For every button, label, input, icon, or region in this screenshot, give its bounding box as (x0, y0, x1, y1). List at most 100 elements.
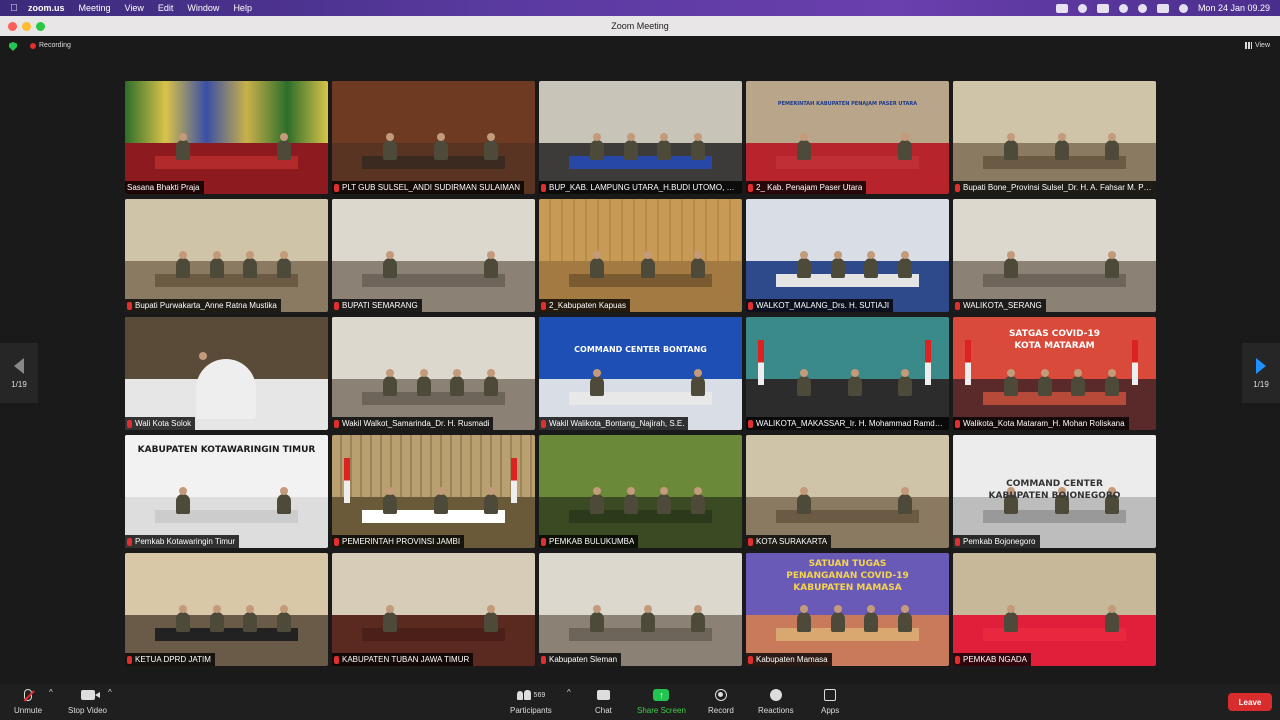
participant-tile[interactable]: BUPATI SEMARANG (332, 199, 535, 312)
participant-tile[interactable]: WALIKOTA_SERANG (953, 199, 1156, 312)
participant-tile[interactable]: KETUA DPRD JATIM (125, 553, 328, 666)
recording-label: Recording (39, 42, 71, 49)
participant-tile[interactable]: COMMAND CENTER BONTANG Wakil Walikota_Bon… (539, 317, 742, 430)
previous-page-button[interactable]: 1/19 (0, 343, 38, 403)
gallery-grid: Sasana Bhakti Praja PLT GUB SULSEL_ANDI S… (125, 81, 1156, 667)
chat-button[interactable]: Chat (595, 688, 612, 715)
participant-tile[interactable]: WALKOT_MALANG_Drs. H. SUTIAJI (746, 199, 949, 312)
battery-icon[interactable] (1096, 3, 1109, 13)
participant-tile[interactable]: COMMAND CENTER KABUPATEN BOJONEGORO Pemkab… (953, 435, 1156, 548)
attendee-figure (691, 605, 706, 633)
stop-video-button[interactable]: Stop Video (68, 688, 107, 715)
fullscreen-window-button[interactable] (36, 22, 45, 31)
participant-tile[interactable]: BUP_KAB. LAMPUNG UTARA_H.BUDI UTOMO, S.E… (539, 81, 742, 194)
participant-name: BUPATI SEMARANG (342, 301, 418, 310)
menubar-clock[interactable]: Mon 24 Jan 09.29 (1198, 3, 1270, 13)
participant-tile[interactable]: WALIKOTA_MAKASSAR_Ir. H. Mohammad Ramdha… (746, 317, 949, 430)
record-button[interactable]: Record (708, 688, 734, 715)
menu-window[interactable]: Window (187, 3, 219, 13)
participant-tile[interactable]: PLT GUB SULSEL_ANDI SUDIRMAN SULAIMAN (332, 81, 535, 194)
participant-video: SATGAS COVID-19 KOTA MATARAM (953, 317, 1156, 430)
siri-icon[interactable] (1077, 3, 1087, 13)
menu-view[interactable]: View (125, 3, 144, 13)
attendee-figure (830, 605, 845, 633)
menu-meeting[interactable]: Meeting (79, 3, 111, 13)
video-options-caret-icon[interactable]: ^ (108, 688, 112, 697)
encryption-shield-icon[interactable] (9, 42, 17, 51)
leave-button[interactable]: Leave (1228, 693, 1272, 711)
apps-button[interactable]: Apps (821, 688, 839, 715)
arrow-left-icon (14, 357, 24, 374)
muted-mic-icon (955, 183, 960, 192)
close-window-button[interactable] (8, 22, 17, 31)
backdrop-text: SATUAN TUGAS (808, 559, 887, 569)
participant-video: COMMAND CENTER KABUPATEN BOJONEGORO (953, 435, 1156, 548)
unmute-button[interactable]: Unmute (14, 688, 42, 715)
muted-mic-icon (541, 655, 546, 664)
participant-tile[interactable]: Bupati Purwakarta_Anne Ratna Mustika (125, 199, 328, 312)
participants-options-caret-icon[interactable]: ^ (567, 688, 571, 697)
participant-name: Kabupaten Sleman (549, 655, 618, 664)
menu-edit[interactable]: Edit (158, 3, 174, 13)
record-icon (714, 689, 727, 701)
macos-menubar:  zoom.us Meeting View Edit Window Help … (0, 0, 1280, 16)
muted-mic-icon (127, 537, 132, 546)
participant-tile[interactable]: Kabupaten Sleman (539, 553, 742, 666)
menu-help[interactable]: Help (233, 3, 252, 13)
participant-tile[interactable]: Wali Kota Solok (125, 317, 328, 430)
participant-tile[interactable]: Wakil Walkot_Samarinda_Dr. H. Rusmadi (332, 317, 535, 430)
attendee-figure (864, 605, 879, 633)
window-title: Zoom Meeting (611, 21, 669, 31)
control-center-icon[interactable] (1156, 3, 1169, 13)
muted-mic-icon (748, 655, 753, 664)
participant-tile[interactable]: KABUPATEN KOTAWARINGIN TIMUR Pemkab Kotaw… (125, 435, 328, 548)
attendee-figure (1105, 251, 1120, 279)
next-page-button[interactable]: 1/19 (1242, 343, 1280, 403)
backdrop-text: KABUPATEN MAMASA (793, 583, 902, 593)
audio-options-caret-icon[interactable]: ^ (49, 688, 53, 697)
participant-tile[interactable]: PEMKAB NGADA (953, 553, 1156, 666)
participant-tile[interactable]: KOTA SURAKARTA (746, 435, 949, 548)
participant-tile[interactable]: PEMERINTAH PROVINSI JAMBI (332, 435, 535, 548)
participant-name-label: KABUPATEN TUBAN JAWA TIMUR (332, 653, 474, 666)
participant-name-label: WALKOT_MALANG_Drs. H. SUTIAJI (746, 299, 894, 312)
participant-tile[interactable]: Sasana Bhakti Praja (125, 81, 328, 194)
spotlight-search-icon[interactable] (1137, 3, 1147, 13)
participant-tile[interactable]: 2_Kabupaten Kapuas (539, 199, 742, 312)
participant-name-label: KOTA SURAKARTA (746, 535, 832, 548)
video-background (125, 199, 328, 262)
participant-name: Sasana Bhakti Praja (127, 183, 200, 192)
apple-icon[interactable]:  (0, 3, 28, 14)
attendee-figure (243, 605, 258, 633)
participant-name: Wakil Walikota_Bontang_Najirah, S.E. (549, 419, 685, 428)
participant-tile[interactable]: PEMKAB BULUKUMBA (539, 435, 742, 548)
wifi-icon[interactable] (1118, 3, 1128, 13)
muted-mic-icon (748, 301, 753, 310)
attendee-figure (589, 605, 604, 633)
attendee-figure (1003, 605, 1018, 633)
muted-mic-icon (748, 537, 753, 546)
participant-tile[interactable]: PEMERINTAH KABUPATEN PENAJAM PASER UTARA… (746, 81, 949, 194)
backdrop-text: COMMAND CENTER (1006, 479, 1103, 489)
muted-mic-icon (334, 183, 339, 192)
minimize-window-button[interactable] (22, 22, 31, 31)
view-button[interactable]: View (1244, 42, 1270, 49)
siri-orb-icon[interactable] (1178, 3, 1188, 13)
recording-indicator[interactable]: Recording (30, 42, 71, 49)
participants-button[interactable]: 569 Participants (510, 688, 552, 715)
attendee-figure (589, 251, 604, 279)
video-background (746, 435, 949, 498)
participant-tile[interactable]: SATUAN TUGAS PENANGANAN COVID-19 KABUPATEN… (746, 553, 949, 666)
status-area: Mon 24 Jan 09.29 (1055, 3, 1280, 13)
record-label: Record (708, 706, 734, 715)
participant-tile[interactable]: KABUPATEN TUBAN JAWA TIMUR (332, 553, 535, 666)
participant-tile[interactable]: SATGAS COVID-19 KOTA MATARAM Walikota_Kota… (953, 317, 1156, 430)
unmute-label: Unmute (14, 706, 43, 715)
screen-share-status-icon[interactable] (1055, 3, 1068, 13)
video-background (332, 435, 535, 498)
participant-tile[interactable]: Bupati Bone_Provinsi Sulsel_Dr. H. A. Fa… (953, 81, 1156, 194)
reactions-button[interactable]: Reactions (758, 688, 794, 715)
menu-app-name[interactable]: zoom.us (28, 3, 65, 13)
share-screen-button[interactable]: ↑ Share Screen (637, 688, 686, 715)
muted-mic-icon (127, 419, 132, 428)
